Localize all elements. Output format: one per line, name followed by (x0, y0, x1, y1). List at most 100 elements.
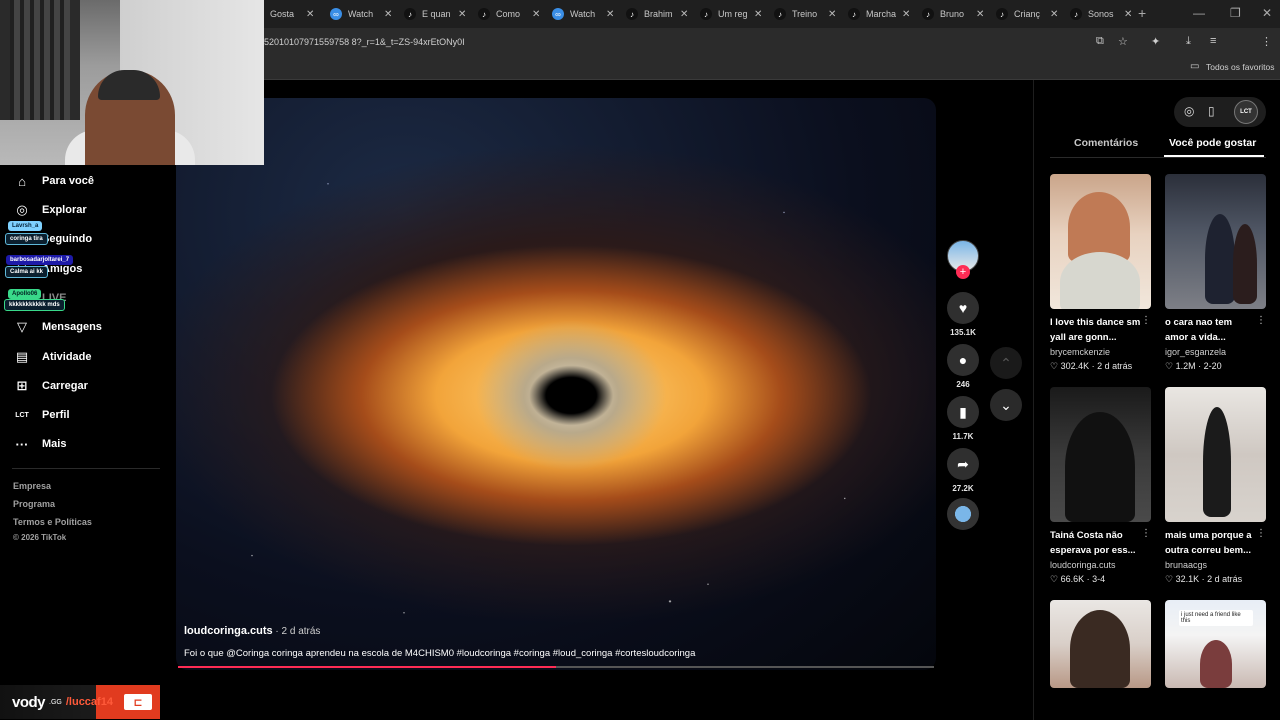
close-icon[interactable]: ✕ (902, 9, 910, 20)
all-bookmarks-link[interactable]: Todos os favoritos (1206, 62, 1275, 72)
close-window-icon[interactable]: ✕ (1262, 6, 1272, 20)
tab-label: Watch (348, 9, 374, 19)
like-button[interactable]: ♥ (947, 292, 979, 324)
close-icon[interactable]: ✕ (1050, 9, 1058, 20)
more-options-icon[interactable]: ⋮ (1141, 315, 1151, 326)
phone-icon[interactable]: ▯ (1208, 104, 1215, 118)
follow-plus-icon[interactable]: + (956, 265, 970, 279)
browser-tab[interactable]: ♪ Marcha ✕ (842, 4, 916, 24)
nav-para-voce[interactable]: ⌂ Para você (14, 173, 94, 189)
footer-link-empresa[interactable]: Empresa (13, 481, 51, 491)
home-icon: ⌂ (18, 173, 26, 189)
footer-link-termos[interactable]: Termos e Políticas (13, 517, 92, 527)
nav-mais[interactable]: ··· Mais (14, 436, 67, 452)
save-count: 11.7K (952, 432, 974, 441)
video-thumbnail[interactable]: i just need a friend like this (1165, 600, 1266, 688)
minimize-icon[interactable]: — (1193, 6, 1205, 20)
nav-carregar[interactable]: ⊞ Carregar (14, 378, 88, 394)
browser-tab[interactable]: Gosta ✕ (264, 4, 320, 24)
card-title[interactable]: mais uma porque a outra correu bem... (1165, 528, 1257, 558)
nav-atividade[interactable]: ▤ Atividade (14, 349, 92, 365)
share-button[interactable]: ➦ (947, 448, 979, 480)
video-thumbnail[interactable] (1050, 387, 1151, 522)
video-card[interactable]: i just need a friend like this (1165, 600, 1266, 688)
tab-label: E quan (422, 9, 451, 19)
close-icon[interactable]: ✕ (306, 9, 314, 20)
video-author[interactable]: loudcoringa.cuts (184, 625, 273, 637)
video-card[interactable]: mais uma porque a outra correu bem... ⋮ … (1165, 387, 1266, 587)
upload-icon: ⊞ (16, 378, 28, 393)
menu-dots-icon[interactable]: ⋮ (1261, 35, 1272, 48)
close-icon[interactable]: ✕ (1124, 9, 1132, 20)
chat-message: Calma ai kk (5, 266, 49, 278)
url-field[interactable]: 52010107971559758 8?_r=1&_t=ZS-94xrEtONy… (264, 37, 465, 47)
video-thumbnail[interactable] (1165, 387, 1266, 522)
card-title[interactable]: o cara nao tem amor a vida... (1165, 315, 1257, 345)
more-options-icon[interactable]: ⋮ (1256, 315, 1266, 326)
brand-name: vody (12, 693, 46, 711)
video-thumbnail[interactable] (1050, 174, 1151, 309)
close-icon[interactable]: ✕ (384, 9, 392, 20)
compass-icon[interactable]: ◎ (1184, 104, 1194, 118)
account-avatar[interactable]: LCT (1234, 100, 1258, 124)
tab-voce-pode-gostar[interactable]: Você pode gostar (1169, 137, 1256, 149)
browser-tab[interactable]: ♪ Bruno ✕ (916, 4, 990, 24)
video-card[interactable]: I love this dance sm yall are gonn... ⋮ … (1050, 174, 1151, 374)
tabs-divider (1050, 157, 1266, 158)
nav-mensagens[interactable]: ▽ Mensagens (14, 319, 102, 335)
download-icon[interactable]: ⤓ (1186, 35, 1191, 48)
media-controls-icon[interactable]: ≡ (1210, 35, 1216, 47)
new-tab-button[interactable]: + (1138, 5, 1146, 21)
browser-tab[interactable]: ♪ Crianç ✕ (990, 4, 1064, 24)
browser-tab[interactable]: ♪ Brahim ✕ (620, 4, 694, 24)
browser-tab[interactable]: ♪ Treino ✕ (768, 4, 842, 24)
footer-link-programa[interactable]: Programa (13, 499, 55, 509)
close-icon[interactable]: ✕ (606, 9, 614, 20)
nav-explorar[interactable]: ◎ Explorar (14, 202, 86, 218)
bookmark-star-icon[interactable]: ☆ (1118, 35, 1128, 48)
more-options-icon[interactable]: ⋮ (1256, 528, 1266, 539)
browser-tab[interactable]: ♪ Um reg ✕ (694, 4, 768, 24)
save-button[interactable]: ▮ (947, 396, 979, 428)
nav-perfil[interactable]: LCT Perfil (14, 407, 70, 423)
video-author-line: loudcoringa.cuts · 2 d atrás (184, 625, 320, 637)
extensions-icon[interactable]: ✦ (1151, 35, 1160, 48)
install-app-icon[interactable]: ⧉ (1096, 35, 1104, 48)
video-thumbnail[interactable] (1050, 600, 1151, 688)
copyright: © 2026 TikTok (13, 533, 67, 542)
card-title[interactable]: I love this dance sm yall are gonn... (1050, 315, 1142, 345)
nav-label: Mais (42, 438, 67, 450)
maximize-icon[interactable]: ❐ (1230, 6, 1241, 20)
card-username[interactable]: igor_esganzela (1165, 347, 1226, 357)
close-icon[interactable]: ✕ (458, 9, 466, 20)
card-username[interactable]: brunaacgs (1165, 560, 1207, 570)
browser-tab[interactable]: ♪ Como ✕ (472, 4, 546, 24)
music-disc-icon[interactable] (947, 498, 979, 530)
close-icon[interactable]: ✕ (976, 9, 984, 20)
close-icon[interactable]: ✕ (532, 9, 540, 20)
card-username[interactable]: brycemckenzie (1050, 347, 1110, 357)
tab-comentarios[interactable]: Comentários (1074, 137, 1138, 149)
video-card[interactable]: o cara nao tem amor a vida... ⋮ igor_esg… (1165, 174, 1266, 374)
browser-tab[interactable]: ♪ Sonos ✕ (1064, 4, 1138, 24)
close-icon[interactable]: ✕ (680, 9, 688, 20)
browser-tab[interactable]: ♪ E quan ✕ (398, 4, 472, 24)
video-thumbnail[interactable] (1165, 174, 1266, 309)
close-icon[interactable]: ✕ (828, 9, 836, 20)
comment-button[interactable]: ● (947, 344, 979, 376)
close-icon[interactable]: ✕ (754, 9, 762, 20)
brand-suffix: .GG (49, 698, 62, 706)
next-video-button[interactable]: ⌄ (990, 389, 1022, 421)
video-card[interactable] (1050, 600, 1151, 688)
video-player[interactable] (176, 98, 936, 670)
browser-tab[interactable]: ∞ Watch ✕ (324, 4, 398, 24)
video-card[interactable]: Tainá Costa não esperava por ess... ⋮ lo… (1050, 387, 1151, 587)
previous-video-button[interactable]: ⌃ (990, 347, 1022, 379)
card-title[interactable]: Tainá Costa não esperava por ess... (1050, 528, 1142, 558)
watch-icon: ∞ (330, 8, 342, 20)
browser-tab[interactable]: ∞ Watch ✕ (546, 4, 620, 24)
card-username[interactable]: loudcoringa.cuts (1050, 560, 1116, 570)
nav-label: Perfil (42, 409, 70, 421)
more-options-icon[interactable]: ⋮ (1141, 528, 1151, 539)
right-panel: ◎ ▯ LCT Comentários Você pode gostar I l… (1033, 80, 1280, 720)
